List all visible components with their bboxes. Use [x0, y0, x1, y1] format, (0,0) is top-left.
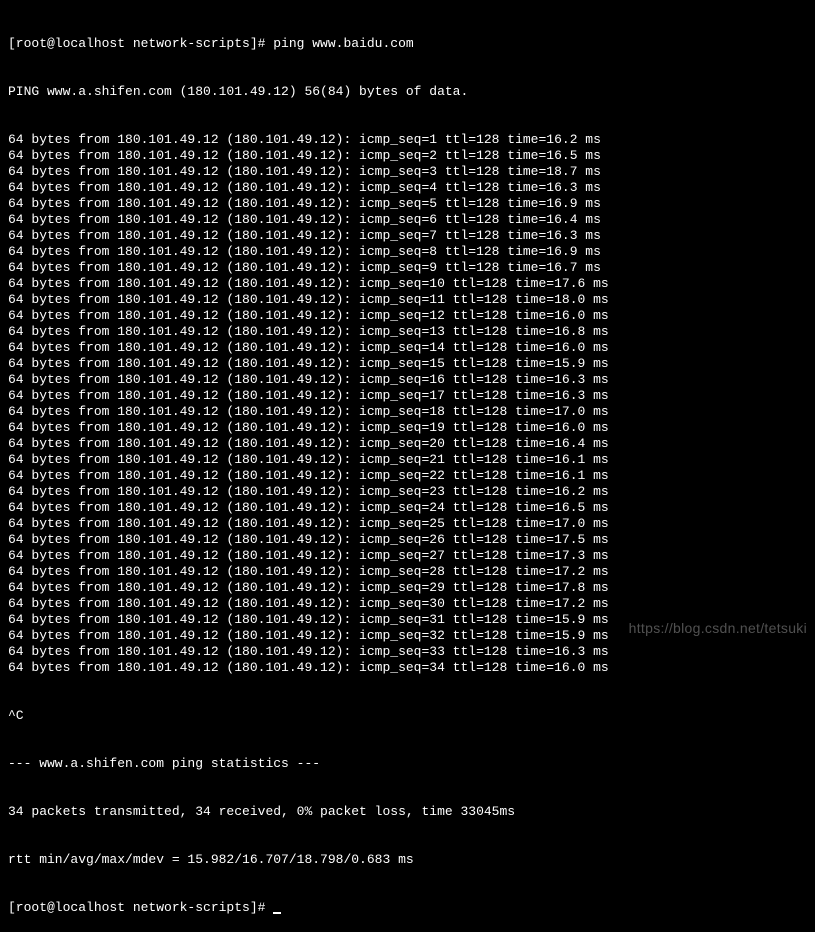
command-line: [root@localhost network-scripts]# ping w…: [8, 36, 815, 52]
ping-reply: 64 bytes from 180.101.49.12 (180.101.49.…: [8, 324, 815, 340]
ping-reply: 64 bytes from 180.101.49.12 (180.101.49.…: [8, 292, 815, 308]
ping-reply: 64 bytes from 180.101.49.12 (180.101.49.…: [8, 420, 815, 436]
ping-header: PING www.a.shifen.com (180.101.49.12) 56…: [8, 84, 815, 100]
ping-reply: 64 bytes from 180.101.49.12 (180.101.49.…: [8, 516, 815, 532]
ping-reply: 64 bytes from 180.101.49.12 (180.101.49.…: [8, 356, 815, 372]
ping-reply: 64 bytes from 180.101.49.12 (180.101.49.…: [8, 436, 815, 452]
stats-packets: 34 packets transmitted, 34 received, 0% …: [8, 804, 815, 820]
ping-reply: 64 bytes from 180.101.49.12 (180.101.49.…: [8, 164, 815, 180]
prompt: [root@localhost network-scripts]#: [8, 36, 273, 51]
prompt-line[interactable]: [root@localhost network-scripts]#: [8, 900, 815, 916]
prompt: [root@localhost network-scripts]#: [8, 900, 273, 915]
ping-reply: 64 bytes from 180.101.49.12 (180.101.49.…: [8, 644, 815, 660]
ping-reply: 64 bytes from 180.101.49.12 (180.101.49.…: [8, 500, 815, 516]
interrupt-signal: ^C: [8, 708, 815, 724]
ping-reply: 64 bytes from 180.101.49.12 (180.101.49.…: [8, 132, 815, 148]
ping-reply: 64 bytes from 180.101.49.12 (180.101.49.…: [8, 548, 815, 564]
ping-reply: 64 bytes from 180.101.49.12 (180.101.49.…: [8, 532, 815, 548]
ping-reply: 64 bytes from 180.101.49.12 (180.101.49.…: [8, 308, 815, 324]
ping-reply: 64 bytes from 180.101.49.12 (180.101.49.…: [8, 244, 815, 260]
typed-command: ping www.baidu.com: [273, 36, 413, 51]
ping-reply: 64 bytes from 180.101.49.12 (180.101.49.…: [8, 340, 815, 356]
ping-reply: 64 bytes from 180.101.49.12 (180.101.49.…: [8, 148, 815, 164]
ping-reply: 64 bytes from 180.101.49.12 (180.101.49.…: [8, 388, 815, 404]
ping-reply: 64 bytes from 180.101.49.12 (180.101.49.…: [8, 276, 815, 292]
ping-reply: 64 bytes from 180.101.49.12 (180.101.49.…: [8, 580, 815, 596]
ping-reply: 64 bytes from 180.101.49.12 (180.101.49.…: [8, 196, 815, 212]
ping-reply: 64 bytes from 180.101.49.12 (180.101.49.…: [8, 452, 815, 468]
ping-reply: 64 bytes from 180.101.49.12 (180.101.49.…: [8, 372, 815, 388]
ping-reply: 64 bytes from 180.101.49.12 (180.101.49.…: [8, 404, 815, 420]
ping-reply: 64 bytes from 180.101.49.12 (180.101.49.…: [8, 596, 815, 612]
ping-reply: 64 bytes from 180.101.49.12 (180.101.49.…: [8, 260, 815, 276]
terminal-output[interactable]: [root@localhost network-scripts]# ping w…: [8, 4, 815, 932]
stats-header: --- www.a.shifen.com ping statistics ---: [8, 756, 815, 772]
ping-reply: 64 bytes from 180.101.49.12 (180.101.49.…: [8, 212, 815, 228]
stats-rtt: rtt min/avg/max/mdev = 15.982/16.707/18.…: [8, 852, 815, 868]
ping-reply: 64 bytes from 180.101.49.12 (180.101.49.…: [8, 484, 815, 500]
ping-reply: 64 bytes from 180.101.49.12 (180.101.49.…: [8, 228, 815, 244]
ping-reply: 64 bytes from 180.101.49.12 (180.101.49.…: [8, 660, 815, 676]
ping-reply: 64 bytes from 180.101.49.12 (180.101.49.…: [8, 180, 815, 196]
ping-reply: 64 bytes from 180.101.49.12 (180.101.49.…: [8, 564, 815, 580]
watermark-text: https://blog.csdn.net/tetsuki: [629, 620, 807, 636]
ping-reply: 64 bytes from 180.101.49.12 (180.101.49.…: [8, 468, 815, 484]
cursor-icon: [273, 912, 281, 914]
